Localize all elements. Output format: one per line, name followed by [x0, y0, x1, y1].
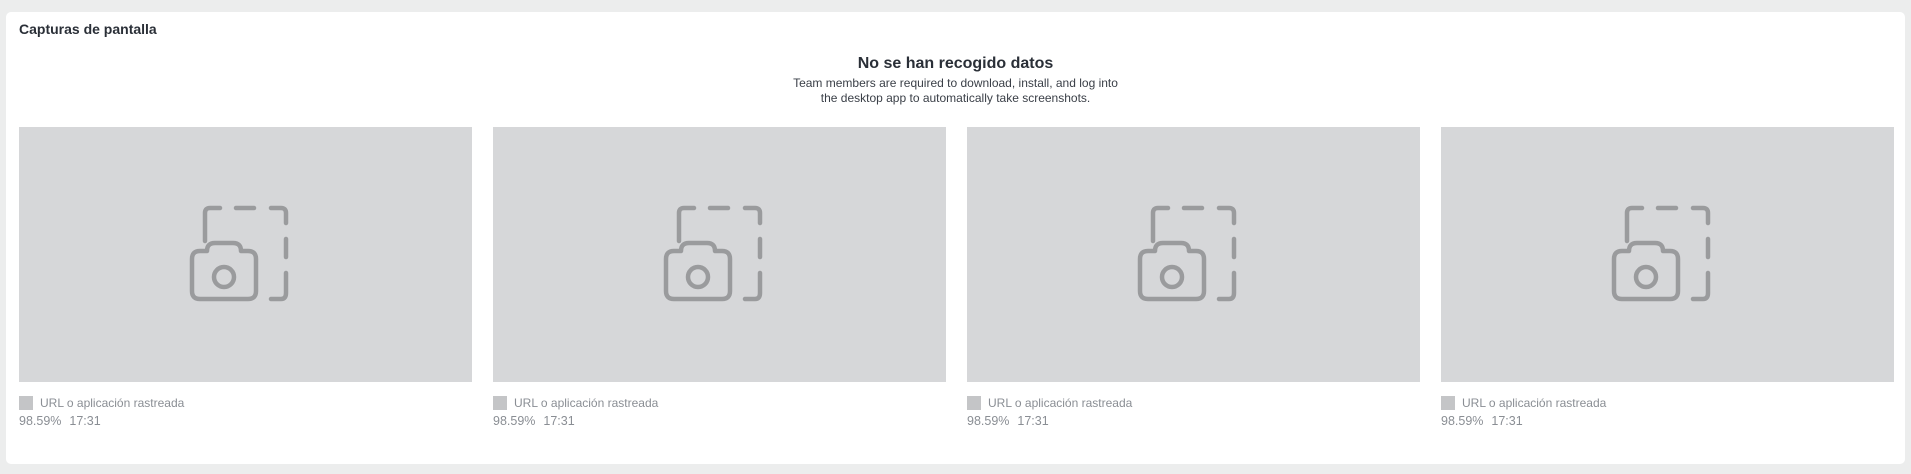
section-title: Capturas de pantalla	[19, 21, 157, 37]
app-placeholder-icon	[19, 395, 33, 410]
screenshot-grid: URL o aplicación rastreada 98.59% 17:31	[19, 127, 1894, 428]
empty-state: No se han recogido datos Team members ar…	[6, 54, 1905, 106]
activity-percent: 98.59%	[493, 414, 536, 428]
app-label: URL o aplicación rastreada	[1462, 395, 1607, 410]
empty-state-description: Team members are required to download, i…	[793, 76, 1118, 105]
screenshot-time: 17:31	[1491, 414, 1523, 428]
app-label: URL o aplicación rastreada	[988, 395, 1133, 410]
screenshot-thumbnail[interactable]	[19, 127, 472, 382]
screenshot-card[interactable]: URL o aplicación rastreada 98.59% 17:31	[1441, 127, 1894, 428]
screenshot-card[interactable]: URL o aplicación rastreada 98.59% 17:31	[19, 127, 472, 428]
screenshot-app-row: URL o aplicación rastreada	[1441, 395, 1894, 410]
screenshot-stats: 98.59% 17:31	[967, 414, 1420, 428]
app-placeholder-icon	[1441, 395, 1455, 410]
screenshot-stats: 98.59% 17:31	[19, 414, 472, 428]
screenshot-time: 17:31	[69, 414, 101, 428]
screenshot-thumbnail[interactable]	[967, 127, 1420, 382]
activity-percent: 98.59%	[967, 414, 1010, 428]
activity-percent: 98.59%	[1441, 414, 1484, 428]
empty-state-title: No se han recogido datos	[857, 55, 1054, 72]
screenshot-stats: 98.59% 17:31	[1441, 414, 1894, 428]
screenshot-card[interactable]: URL o aplicación rastreada 98.59% 17:31	[493, 127, 946, 428]
app-label: URL o aplicación rastreada	[514, 395, 659, 410]
camera-screenshot-icon	[1137, 205, 1236, 301]
camera-screenshot-icon	[663, 205, 762, 301]
app-placeholder-icon	[967, 395, 981, 410]
camera-screenshot-icon	[189, 205, 288, 301]
screenshot-app-row: URL o aplicación rastreada	[493, 395, 946, 410]
screenshot-time: 17:31	[543, 414, 575, 428]
screenshot-app-row: URL o aplicación rastreada	[19, 395, 472, 410]
screenshot-thumbnail[interactable]	[1441, 127, 1894, 382]
app-placeholder-icon	[493, 395, 507, 410]
app-label: URL o aplicación rastreada	[40, 395, 185, 410]
screenshot-app-row: URL o aplicación rastreada	[967, 395, 1420, 410]
screenshots-card: Capturas de pantalla No se han recogido …	[6, 12, 1905, 464]
screenshot-card[interactable]: URL o aplicación rastreada 98.59% 17:31	[967, 127, 1420, 428]
activity-percent: 98.59%	[19, 414, 62, 428]
camera-screenshot-icon	[1611, 205, 1710, 301]
screenshot-time: 17:31	[1017, 414, 1049, 428]
screenshot-thumbnail[interactable]	[493, 127, 946, 382]
screenshot-stats: 98.59% 17:31	[493, 414, 946, 428]
